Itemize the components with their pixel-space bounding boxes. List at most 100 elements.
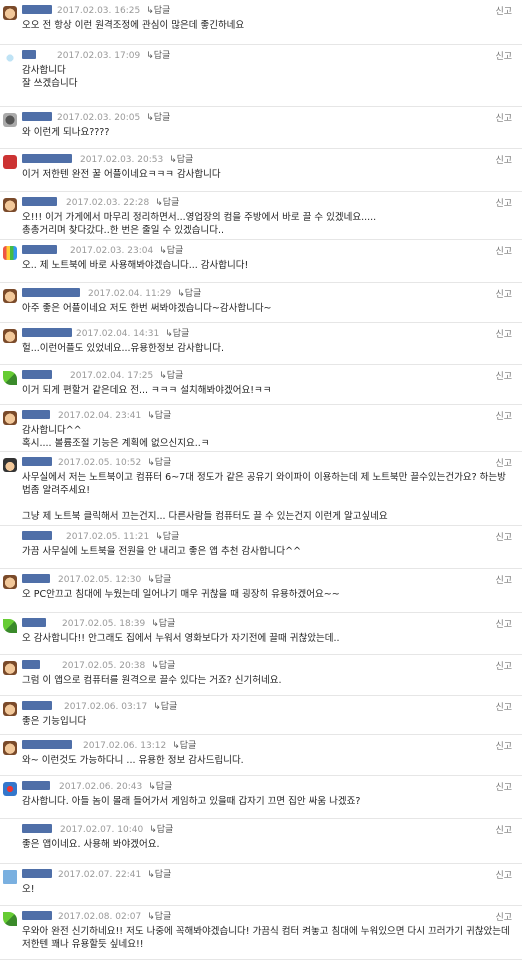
reply-button[interactable]: ↳답글 (151, 619, 175, 629)
comment-text: 오 PC안끄고 침대에 누웠는데 일어나기 매우 귀찮을 때 굉장히 유용하겠어… (22, 589, 340, 600)
report-button[interactable]: 신고 (495, 244, 512, 257)
reply-button[interactable]: ↳답글 (159, 371, 183, 381)
report-button[interactable]: 신고 (495, 700, 512, 713)
avatar-face-icon (3, 329, 17, 343)
report-button[interactable]: 신고 (495, 573, 512, 586)
comment-text: 오오 전 항상 이런 원격조정에 관심이 많은데 좋긴하네요 (22, 20, 245, 31)
comment-meta: 2017.02.07. 22:41 ↳답글 (58, 867, 171, 880)
reply-button[interactable]: ↳답글 (146, 113, 170, 123)
comment-text: 감사합니다^^ 혹시.... 볼륨조절 기능은 계획에 없으신지요..ㅋ (22, 425, 210, 449)
comment-meta: 2017.02.06. 13:12 ↳답글 (83, 738, 196, 751)
comment-meta: 2017.02.05. 10:52 ↳답글 (58, 455, 171, 468)
reply-button[interactable]: ↳답글 (147, 458, 171, 468)
author-nickname[interactable] (22, 574, 50, 583)
comment-date: 2017.02.04. 11:29 (88, 289, 172, 299)
comment-text: 사무실에서 저는 노트북이고 컴퓨터 6~7대 정도가 같은 공유기 와이파이 … (22, 472, 506, 522)
reply-button[interactable]: ↳답글 (169, 155, 193, 165)
comment-item: 2017.02.03. 20:05 ↳답글 신고 와 이런게 되나요???? (0, 107, 522, 149)
comment-meta: 2017.02.03. 20:53 ↳답글 (80, 152, 193, 165)
author-nickname[interactable] (22, 660, 40, 669)
author-nickname[interactable] (22, 824, 52, 833)
author-nickname[interactable] (22, 50, 36, 59)
comment-meta: 2017.02.08. 02:07 ↳답글 (58, 909, 171, 922)
reply-button[interactable]: ↳답글 (147, 411, 171, 421)
author-nickname[interactable] (22, 457, 52, 466)
reply-button[interactable]: ↳답글 (155, 198, 179, 208)
author-nickname[interactable] (22, 531, 52, 540)
report-button[interactable]: 신고 (495, 327, 512, 340)
report-button[interactable]: 신고 (495, 196, 512, 209)
reply-button[interactable]: ↳답글 (146, 6, 170, 16)
reply-button[interactable]: ↳답글 (165, 329, 189, 339)
reply-button[interactable]: ↳답글 (147, 912, 171, 922)
author-nickname[interactable] (22, 911, 52, 920)
report-button[interactable]: 신고 (495, 287, 512, 300)
avatar-leaf-icon (3, 371, 17, 385)
report-button[interactable]: 신고 (495, 4, 512, 17)
reply-button[interactable]: ↳답글 (148, 782, 172, 792)
author-nickname[interactable] (22, 328, 72, 337)
author-nickname[interactable] (22, 245, 57, 254)
report-button[interactable]: 신고 (495, 49, 512, 62)
report-button[interactable]: 신고 (495, 409, 512, 422)
reply-button[interactable]: ↳답글 (159, 246, 183, 256)
comment-text: 헐...이런어플도 있었네요...유용한정보 감사합니다. (22, 343, 224, 354)
comment-text: 감사합니다 잘 쓰겠습니다 (22, 65, 78, 89)
report-button[interactable]: 신고 (495, 456, 512, 469)
report-button[interactable]: 신고 (495, 659, 512, 672)
comment-item: 2017.02.03. 17:09 ↳답글 신고감사합니다 잘 쓰겠습니다 (0, 45, 522, 107)
comment-date: 2017.02.03. 22:28 (66, 198, 150, 208)
reply-button[interactable]: ↳답글 (153, 702, 177, 712)
author-nickname[interactable] (22, 288, 80, 297)
report-button[interactable]: 신고 (495, 617, 512, 630)
avatar-folder-icon (3, 870, 17, 884)
reply-button[interactable]: ↳답글 (146, 51, 170, 61)
report-button[interactable]: 신고 (495, 369, 512, 382)
comment-text: 감사합니다. 아들 놈이 몰래 들어가서 게임하고 있을때 갑자기 끄면 집안 … (22, 796, 361, 807)
reply-button[interactable]: ↳답글 (155, 532, 179, 542)
author-nickname[interactable] (22, 869, 52, 878)
comment-meta: 2017.02.04. 14:31 ↳답글 (76, 326, 189, 339)
comment-item: 2017.02.03. 20:53 ↳답글 신고 이거 저한텐 완전 꿀 어플이네요ㅋ… (0, 149, 522, 192)
author-nickname[interactable] (22, 740, 72, 749)
report-button[interactable]: 신고 (495, 868, 512, 881)
author-nickname[interactable] (22, 618, 46, 627)
avatar-clown-icon (3, 782, 17, 796)
author-nickname[interactable] (22, 370, 52, 379)
avatar-face-icon (3, 411, 17, 425)
report-button[interactable]: 신고 (495, 739, 512, 752)
author-nickname[interactable] (22, 5, 52, 14)
reply-button[interactable]: ↳답글 (172, 741, 196, 751)
author-nickname[interactable] (22, 781, 50, 790)
reply-button[interactable]: ↳답글 (177, 289, 201, 299)
author-nickname[interactable] (22, 112, 52, 121)
reply-button[interactable]: ↳답글 (151, 661, 175, 671)
report-button[interactable]: 신고 (495, 153, 512, 166)
report-button[interactable]: 신고 (495, 910, 512, 923)
report-button[interactable]: 신고 (495, 780, 512, 793)
comment-item: 2017.02.04. 11:29 ↳답글 신고 아주 좋은 어플이네요 저도 한번 … (0, 283, 522, 323)
comment-meta: 2017.02.05. 20:38 ↳답글 (62, 658, 175, 671)
comment-meta: 2017.02.03. 17:09 ↳답글 (57, 48, 170, 61)
comment-meta: 2017.02.03. 16:25 ↳답글 (57, 3, 170, 16)
author-nickname[interactable] (22, 154, 72, 163)
reply-button[interactable]: ↳답글 (147, 575, 171, 585)
comment-item: 2017.02.05. 11:21 ↳답글 신고 가끔 사무실에 노트북을 전원을 안… (0, 526, 522, 569)
author-nickname[interactable] (22, 410, 50, 419)
author-nickname[interactable] (22, 701, 52, 710)
comment-meta: 2017.02.04. 17:25 ↳답글 (70, 368, 183, 381)
comment-text: 오.. 제 노트북에 바로 사용해봐야겠습니다... 감사합니다! (22, 260, 249, 271)
reply-button[interactable]: ↳답글 (149, 825, 173, 835)
comment-date: 2017.02.03. 20:53 (80, 155, 164, 165)
comment-list: 2017.02.03. 16:25 ↳답글 신고 오오 전 항상 이런 원격조정에 관… (0, 0, 522, 960)
comment-date: 2017.02.05. 11:21 (66, 532, 150, 542)
comment-date: 2017.02.07. 22:41 (58, 870, 142, 880)
comment-text: 좋은 앱이네요. 사용해 봐야겠어요. (22, 839, 160, 850)
author-nickname[interactable] (22, 197, 57, 206)
report-button[interactable]: 신고 (495, 823, 512, 836)
report-button[interactable]: 신고 (495, 111, 512, 124)
reply-button[interactable]: ↳답글 (147, 870, 171, 880)
report-button[interactable]: 신고 (495, 530, 512, 543)
comment-date: 2017.02.04. 17:25 (70, 371, 154, 381)
comment-date: 2017.02.03. 20:05 (57, 113, 141, 123)
